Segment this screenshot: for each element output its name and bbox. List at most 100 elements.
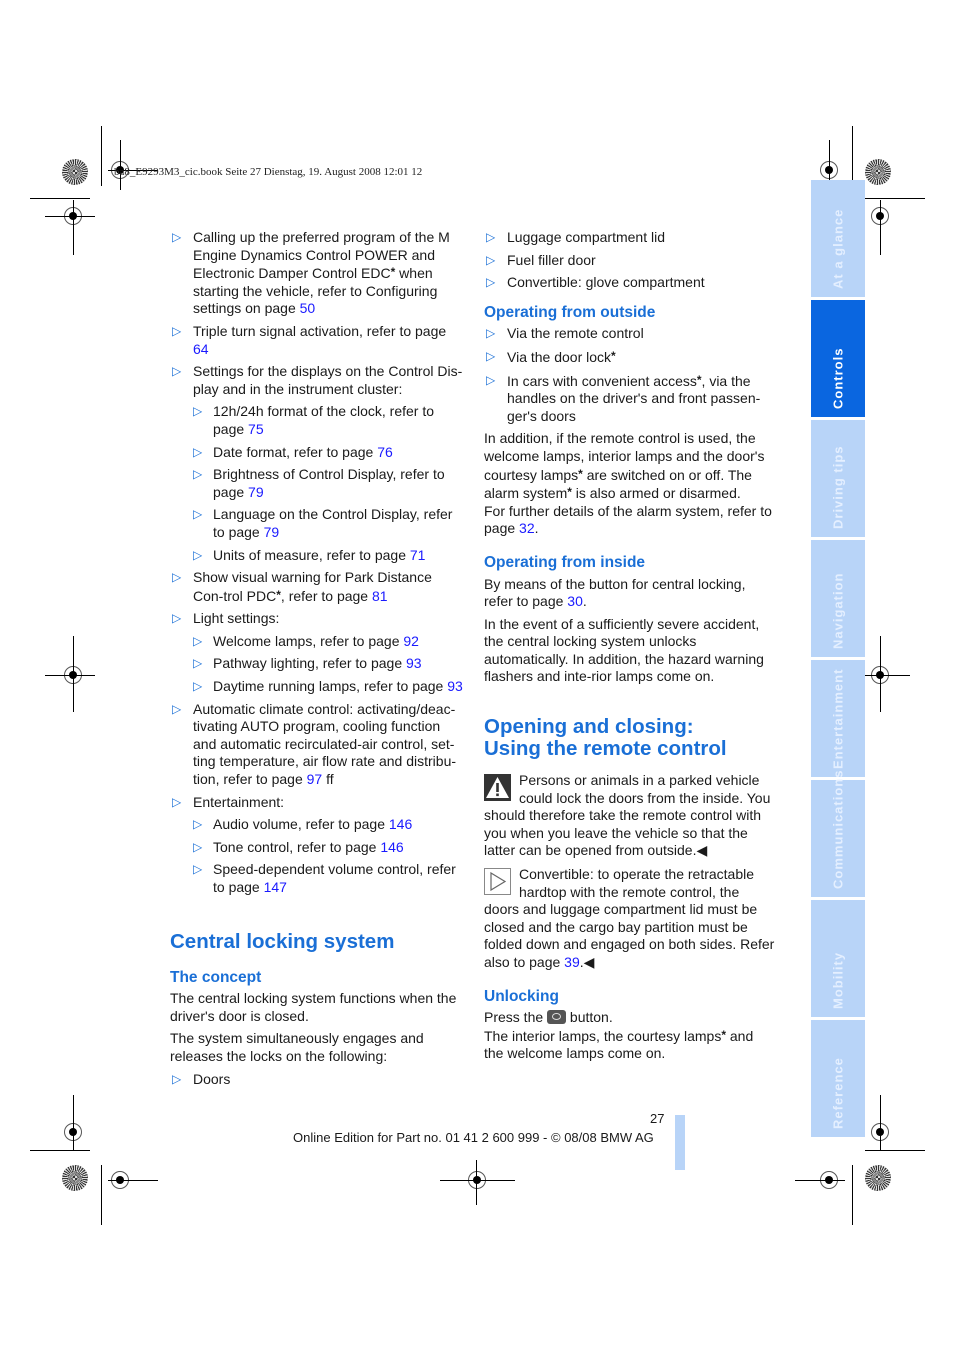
paragraph: In addition, if the remote control is us… xyxy=(484,430,765,502)
page-link[interactable]: 75 xyxy=(248,421,264,437)
color-registration-wheel xyxy=(865,1165,891,1191)
settings-list: ▷ Calling up the preferred program of the… xyxy=(170,229,465,897)
list-item: ▷ Calling up the preferred program of the… xyxy=(172,229,450,317)
crop-mark xyxy=(880,1095,881,1150)
right-column: ▷ Luggage compartment lid ▷ Fuel filler do… xyxy=(484,229,776,1068)
bullet-triangle-icon: ▷ xyxy=(193,507,203,522)
subsection-title-concept: The concept xyxy=(170,968,262,986)
page-link[interactable]: 30 xyxy=(567,593,583,609)
page-link[interactable]: 146 xyxy=(389,816,412,832)
bullet-triangle-icon: ▷ xyxy=(486,252,496,267)
list-item: ▷ Settings for the displays on the Contro… xyxy=(172,363,463,397)
sub-list-item: ▷ Units of measure, refer to page 71 xyxy=(193,546,426,563)
list-item: ▷ Show visual warning for Park Distance C… xyxy=(172,569,432,604)
chapter-tabs: At a glance Controls Driving tips Naviga… xyxy=(811,180,865,1140)
edition-footer: Online Edition for Part no. 01 41 2 600 … xyxy=(293,1130,654,1145)
warning-icon xyxy=(484,774,511,802)
sub-list-item: ▷ Pathway lighting, refer to page 93 xyxy=(193,655,422,672)
tab-controls[interactable]: Controls xyxy=(811,300,865,417)
page-link[interactable]: 146 xyxy=(380,839,403,855)
bullet-triangle-icon: ▷ xyxy=(193,444,203,459)
crop-mark xyxy=(852,1165,853,1225)
crop-mark xyxy=(880,200,881,255)
crop-mark xyxy=(852,126,853,186)
crop-mark xyxy=(101,1165,102,1225)
list-item: ▷ Via the remote control xyxy=(486,325,644,342)
crop-mark xyxy=(476,1160,477,1205)
list-item: ▷ In cars with convenient access*, via th… xyxy=(486,372,761,424)
optional-equipment-star: * xyxy=(611,348,616,363)
print-job-info: ba8_E9293M3_cic.book Seite 27 Dienstag, … xyxy=(114,166,423,178)
list-item: ▷ Entertainment: xyxy=(172,793,285,810)
sub-list-item: ▷ Speed-dependent volume control, refer t… xyxy=(193,861,456,895)
crop-mark xyxy=(880,636,881,712)
paragraph: In the event of a sufficiently severe ac… xyxy=(484,615,764,685)
bullet-triangle-icon: ▷ xyxy=(193,656,203,671)
section-title-remote-control: Opening and closing: Using the remote co… xyxy=(484,715,727,761)
bullet-triangle-icon: ▷ xyxy=(193,467,203,482)
bullet-triangle-icon: ▷ xyxy=(193,839,203,854)
bullet-triangle-icon: ▷ xyxy=(486,326,496,341)
bullet-triangle-icon: ▷ xyxy=(486,230,496,244)
sub-list-item: ▷ Brightness of Control Display, refer to… xyxy=(193,466,445,500)
page-link[interactable]: 92 xyxy=(403,633,419,649)
sub-list-item: ▷ Tone control, refer to page 146 xyxy=(193,838,404,855)
tab-navigation[interactable]: Navigation xyxy=(811,540,865,657)
crop-mark xyxy=(30,198,90,199)
crop-mark xyxy=(108,1180,158,1181)
sub-list-item: ▷ Daytime running lamps, refer to page 93 xyxy=(193,678,463,695)
crop-mark xyxy=(73,636,74,712)
page-link[interactable]: 39 xyxy=(564,954,580,970)
list-item: ▷ Doors xyxy=(172,1070,231,1087)
tab-reference[interactable]: Reference xyxy=(811,1020,865,1137)
paragraph: The central locking system functions whe… xyxy=(170,990,457,1024)
page-link[interactable]: 50 xyxy=(300,300,316,316)
page-link[interactable]: 147 xyxy=(264,879,287,895)
page-link[interactable]: 64 xyxy=(193,341,209,357)
bullet-triangle-icon: ▷ xyxy=(486,348,496,363)
tab-mobility[interactable]: Mobility xyxy=(811,900,865,1017)
page-link[interactable]: 81 xyxy=(372,588,388,604)
bullet-triangle-icon: ▷ xyxy=(172,570,182,585)
bullet-triangle-icon: ▷ xyxy=(193,679,203,694)
bullet-triangle-icon: ▷ xyxy=(193,633,203,648)
page-link[interactable]: 93 xyxy=(447,678,463,694)
crop-mark xyxy=(865,198,925,199)
bullet-triangle-icon: ▷ xyxy=(193,547,203,562)
page-link[interactable]: 71 xyxy=(410,547,426,563)
bullet-triangle-icon: ▷ xyxy=(172,701,182,716)
tab-at-a-glance[interactable]: At a glance xyxy=(811,180,865,297)
crop-mark xyxy=(30,1150,90,1151)
page-link[interactable]: 97 xyxy=(307,771,323,787)
bullet-triangle-icon: ▷ xyxy=(172,611,182,626)
page-link[interactable]: 93 xyxy=(406,655,422,671)
page-link[interactable]: 79 xyxy=(264,524,280,540)
bullet-triangle-icon: ▷ xyxy=(193,862,203,877)
bullet-triangle-icon: ▷ xyxy=(172,794,182,809)
end-mark: ◀ xyxy=(696,842,708,859)
bullet-triangle-icon: ▷ xyxy=(486,275,496,290)
page-marker-bar xyxy=(675,1115,685,1170)
section-title-central-locking: Central locking system xyxy=(170,929,395,953)
bullet-triangle-icon: ▷ xyxy=(172,323,182,338)
page-number: 27 xyxy=(650,1111,665,1126)
tab-communications[interactable]: Communications xyxy=(811,770,865,897)
tab-driving-tips[interactable]: Driving tips xyxy=(811,420,865,537)
crop-mark xyxy=(73,1095,74,1150)
sub-list-item: ▷ Language on the Control Display, refer … xyxy=(193,506,453,540)
tip-note: Convertible: to operate the retractable … xyxy=(484,866,775,970)
page-link[interactable]: 32 xyxy=(519,520,535,536)
page-link[interactable]: 76 xyxy=(377,444,393,460)
paragraph: Press the button. xyxy=(484,1009,613,1026)
subsection-title-unlocking: Unlocking xyxy=(484,987,559,1005)
color-registration-wheel xyxy=(62,159,88,185)
subsection-title-outside: Operating from outside xyxy=(484,303,656,321)
list-item: ▷ Luggage compartment lid xyxy=(486,229,665,245)
paragraph: For further details of the alarm system,… xyxy=(484,502,772,537)
page-link[interactable]: 79 xyxy=(248,484,264,500)
crop-mark xyxy=(73,200,74,255)
subsection-title-inside: Operating from inside xyxy=(484,553,646,571)
list-item: ▷ Via the door lock* xyxy=(486,348,616,365)
tab-entertainment[interactable]: Entertainment xyxy=(811,660,865,777)
crop-mark xyxy=(101,126,102,186)
